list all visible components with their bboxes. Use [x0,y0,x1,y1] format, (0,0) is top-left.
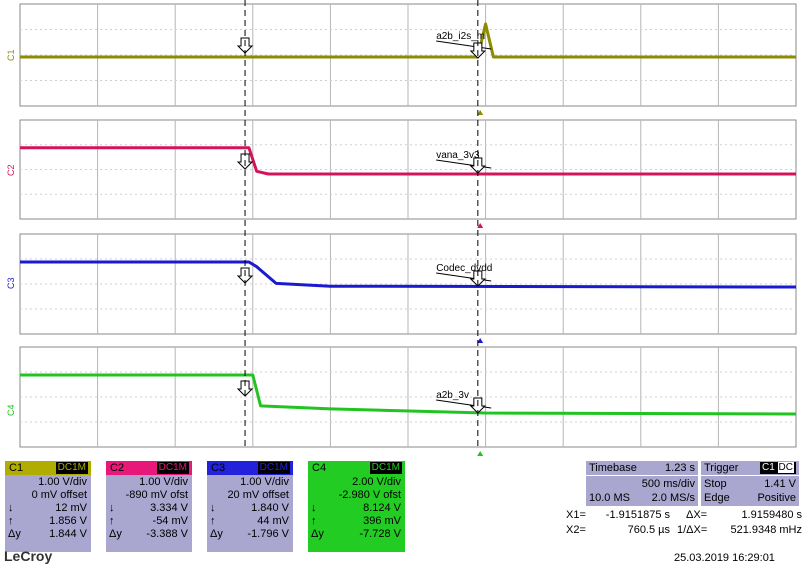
offset: -890 mV ofst [125,489,188,501]
inv-dx-label: 1/ΔX= [677,524,708,536]
channel-panel-c3[interactable]: C3 DC1M 1.00 V/div 20 mV offset ↓ 1.840 V… [207,461,293,552]
cursor-up-value: 44 mV [257,515,289,527]
signal-label: a2b_3v [436,390,469,401]
channel-panel-c2[interactable]: C2 DC1M 1.00 V/div -890 mV ofst ↓ 3.334 V… [106,461,192,552]
coupling-badge: DC1M [55,462,88,474]
cursor-up-value: 1.856 V [49,515,87,527]
up-arrow-icon: ↑ [109,515,115,527]
up-arrow-icon: ↑ [311,515,317,527]
channel-id: C1 [9,462,24,474]
cursor-down-value: 1.840 V [251,502,289,514]
sample-rate: 2.0 MS/s [651,492,695,504]
sample-count: 10.0 MS [589,492,630,504]
x2-value: 760.5 µs [627,524,670,536]
offset: 20 mV offset [227,489,289,501]
channel-ref-label: C4 [6,404,16,416]
channel-panel-c4[interactable]: C4 DC1M 2.00 V/div -2.980 V ofst ↓ 8.124 … [308,461,405,552]
delta-y-value: -7.728 V [359,528,401,540]
trigger-slope: Positive [757,492,796,504]
volts-per-div: 1.00 V/div [139,476,188,488]
coupling-badge: DC1M [156,462,189,474]
trigger-level: 1.41 V [764,478,796,490]
delta-y-value: 1.844 V [49,528,87,540]
trigger-marker-icon [477,451,484,456]
down-arrow-icon: ↓ [8,502,14,514]
inv-dx-value: 521.9348 mHz [730,524,802,536]
x1-value: -1.9151875 s [605,509,670,521]
trigger-channel-badge: C1 DC [759,462,796,474]
up-arrow-icon: ↑ [8,515,14,527]
dx-value: 1.9159480 s [741,509,802,521]
brand-logo: LeCroy [4,548,53,564]
trigger-channel: C1 [761,462,775,473]
cursor-readout: X1= -1.9151875 s ΔX= 1.9159480 s X2= 760… [566,508,802,538]
delta-y-label: Δy [109,528,122,540]
volts-per-div: 1.00 V/div [240,476,289,488]
channel-ref-label: C2 [6,164,16,176]
volts-per-div: 2.00 V/div [352,476,401,488]
signal-label: Codec_dvdd [436,263,492,274]
trigger-coupling: DC [777,462,794,473]
x1-label: X1= [566,509,586,521]
channel-panel-c1[interactable]: C1 DC1M 1.00 V/div 0 mV offset ↓ 12 mV ↑ 1… [5,461,91,552]
x2-label: X2= [566,524,586,536]
cursor-up-value: 396 mV [363,515,401,527]
dx-label: ΔX= [686,509,708,521]
delta-y-value: -3.388 V [146,528,188,540]
time-per-div: 500 ms/div [641,478,695,490]
coupling-badge: DC1M [369,462,402,474]
offset: 0 mV offset [31,489,87,501]
cursor-down-value: 3.334 V [150,502,188,514]
channel-id: C4 [312,462,327,474]
down-arrow-icon: ↓ [109,502,115,514]
delta-y-label: Δy [210,528,223,540]
timebase-title: Timebase [589,462,637,474]
trigger-panel[interactable]: Trigger C1 DC Stop 1.41 V Edge Positive [701,461,799,506]
down-arrow-icon: ↓ [210,502,216,514]
timestamp: 25.03.2019 16:29:01 [674,552,775,564]
trigger-type: Edge [704,492,730,504]
trigger-mode: Stop [704,478,727,490]
waveform-display: C1a2b_i2s_mC2vana_3v3C3Codec_dvddC4a2b_3… [6,0,797,456]
delta-y-label: Δy [8,528,21,540]
delta-y-label: Δy [311,528,324,540]
cursor-up-value: -54 mV [152,515,188,527]
up-arrow-icon: ↑ [210,515,216,527]
channel-id: C3 [211,462,226,474]
delta-y-value: -1.796 V [247,528,289,540]
offset: -2.980 V ofst [338,489,401,501]
channel-ref-label: C1 [6,49,16,61]
timebase-panel[interactable]: Timebase 1.23 s 500 ms/div 10.0 MS 2.0 M… [586,461,698,506]
cursor-down-value: 12 mV [55,502,87,514]
down-arrow-icon: ↓ [311,502,317,514]
coupling-badge: DC1M [257,462,290,474]
channel-id: C2 [110,462,125,474]
trigger-title: Trigger [704,462,739,474]
cursor-down-value: 8.124 V [363,502,401,514]
channel-ref-label: C3 [6,277,16,289]
volts-per-div: 1.00 V/div [38,476,87,488]
timebase-value: 1.23 s [665,462,695,474]
